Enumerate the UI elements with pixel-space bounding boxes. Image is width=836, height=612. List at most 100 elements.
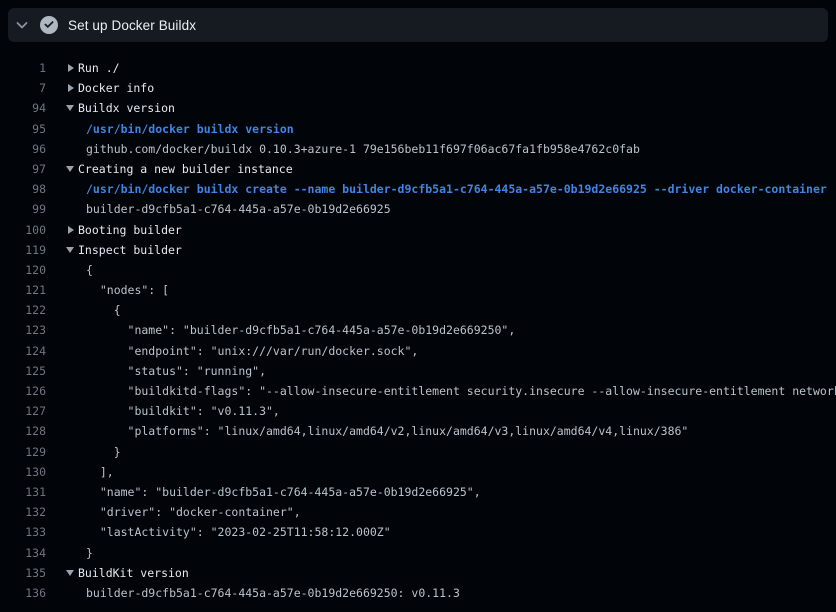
group-title[interactable]: Run ./ bbox=[78, 58, 120, 78]
triangle-down-icon[interactable] bbox=[46, 563, 78, 583]
line-number[interactable]: 1 bbox=[0, 58, 46, 78]
line-number[interactable]: 132 bbox=[0, 502, 46, 522]
log-line: 100 Booting builder bbox=[0, 220, 836, 240]
output-text: "lastActivity": "2023-02-25T11:58:12.000… bbox=[78, 522, 391, 542]
command-text: /usr/bin/docker buildx create --name bui… bbox=[78, 179, 827, 199]
caret-spacer bbox=[46, 421, 78, 441]
line-number[interactable]: 94 bbox=[0, 98, 46, 118]
step-title: Set up Docker Buildx bbox=[68, 18, 196, 33]
log-line: 94 Buildx version bbox=[0, 98, 836, 118]
line-number[interactable]: 7 bbox=[0, 78, 46, 98]
line-number[interactable]: 129 bbox=[0, 442, 46, 462]
line-number[interactable]: 98 bbox=[0, 179, 46, 199]
log-line: 97 Creating a new builder instance bbox=[0, 159, 836, 179]
line-number[interactable]: 127 bbox=[0, 401, 46, 421]
output-text: "name": "builder-d9cfb5a1-c764-445a-a57e… bbox=[78, 320, 515, 340]
line-number[interactable]: 97 bbox=[0, 159, 46, 179]
line-number[interactable]: 122 bbox=[0, 300, 46, 320]
log-lines: 1Run ./7Docker info94Buildx version95/us… bbox=[0, 58, 836, 603]
log-line: 132 "driver": "docker-container", bbox=[0, 502, 836, 522]
log-line: 127 "buildkit": "v0.11.3", bbox=[0, 401, 836, 421]
line-number[interactable]: 126 bbox=[0, 381, 46, 401]
line-number[interactable]: 120 bbox=[0, 260, 46, 280]
output-text: "buildkit": "v0.11.3", bbox=[78, 401, 280, 421]
output-text: builder-d9cfb5a1-c764-445a-a57e-0b19d2e6… bbox=[78, 583, 460, 603]
log-line: 133 "lastActivity": "2023-02-25T11:58:12… bbox=[0, 522, 836, 542]
log-line: 124 "endpoint": "unix:///var/run/docker.… bbox=[0, 341, 836, 361]
check-circle-icon bbox=[40, 16, 58, 34]
log-line: 128 "platforms": "linux/amd64,linux/amd6… bbox=[0, 421, 836, 441]
caret-spacer bbox=[46, 119, 78, 139]
triangle-down-icon[interactable] bbox=[46, 240, 78, 260]
output-text: "buildkitd-flags": "--allow-insecure-ent… bbox=[78, 381, 836, 401]
log-line: 7 Docker info bbox=[0, 78, 836, 98]
caret-spacer bbox=[46, 543, 78, 563]
triangle-right-icon[interactable] bbox=[46, 220, 78, 240]
line-number[interactable]: 130 bbox=[0, 462, 46, 482]
group-title[interactable]: BuildKit version bbox=[78, 563, 189, 583]
line-number[interactable]: 135 bbox=[0, 563, 46, 583]
triangle-right-icon[interactable] bbox=[46, 78, 78, 98]
output-text: { bbox=[78, 300, 121, 320]
log-line: 122 { bbox=[0, 300, 836, 320]
triangle-down-icon[interactable] bbox=[46, 159, 78, 179]
caret-spacer bbox=[46, 341, 78, 361]
log-line: 98/usr/bin/docker buildx create --name b… bbox=[0, 179, 836, 199]
caret-spacer bbox=[46, 139, 78, 159]
caret-spacer bbox=[46, 179, 78, 199]
caret-spacer bbox=[46, 381, 78, 401]
line-number[interactable]: 133 bbox=[0, 522, 46, 542]
output-text: github.com/docker/buildx 0.10.3+azure-1 … bbox=[78, 139, 640, 159]
group-title[interactable]: Buildx version bbox=[78, 98, 175, 118]
triangle-right-icon[interactable] bbox=[46, 58, 78, 78]
log-line: 131 "name": "builder-d9cfb5a1-c764-445a-… bbox=[0, 482, 836, 502]
caret-spacer bbox=[46, 320, 78, 340]
log-line: 129 } bbox=[0, 442, 836, 462]
line-number[interactable]: 136 bbox=[0, 583, 46, 603]
output-text: "name": "builder-d9cfb5a1-c764-445a-a57e… bbox=[78, 482, 481, 502]
output-text: "platforms": "linux/amd64,linux/amd64/v2… bbox=[78, 421, 688, 441]
line-number[interactable]: 124 bbox=[0, 341, 46, 361]
caret-spacer bbox=[46, 361, 78, 381]
group-title[interactable]: Booting builder bbox=[78, 220, 182, 240]
output-text: } bbox=[78, 442, 121, 462]
group-title[interactable]: Docker info bbox=[78, 78, 154, 98]
group-title[interactable]: Inspect builder bbox=[78, 240, 182, 260]
output-text: "endpoint": "unix:///var/run/docker.sock… bbox=[78, 341, 418, 361]
log-line: 136 builder-d9cfb5a1-c764-445a-a57e-0b19d… bbox=[0, 583, 836, 603]
line-number[interactable]: 128 bbox=[0, 421, 46, 441]
line-number[interactable]: 134 bbox=[0, 543, 46, 563]
output-text: { bbox=[78, 260, 93, 280]
line-number[interactable]: 125 bbox=[0, 361, 46, 381]
log-line: 120 { bbox=[0, 260, 836, 280]
actions-log-viewer: Set up Docker Buildx 1 Run ./ 7 Docker info… bbox=[0, 8, 836, 603]
line-number[interactable]: 119 bbox=[0, 240, 46, 260]
output-text: "status": "running", bbox=[78, 361, 266, 381]
output-text: "driver": "docker-container", bbox=[78, 502, 301, 522]
caret-spacer bbox=[46, 199, 78, 219]
output-text: ], bbox=[78, 462, 114, 482]
log-line: 125 "status": "running", bbox=[0, 361, 836, 381]
log-line: 130 ], bbox=[0, 462, 836, 482]
step-header[interactable]: Set up Docker Buildx bbox=[8, 8, 828, 42]
line-number[interactable]: 96 bbox=[0, 139, 46, 159]
chevron-down-icon[interactable] bbox=[14, 17, 30, 33]
group-title[interactable]: Creating a new builder instance bbox=[78, 159, 293, 179]
triangle-down-icon[interactable] bbox=[46, 98, 78, 118]
caret-spacer bbox=[46, 482, 78, 502]
line-number[interactable]: 123 bbox=[0, 320, 46, 340]
output-text: } bbox=[78, 543, 93, 563]
log-line: 1 Run ./ bbox=[0, 58, 836, 78]
line-number[interactable]: 131 bbox=[0, 482, 46, 502]
caret-spacer bbox=[46, 401, 78, 421]
line-number[interactable]: 100 bbox=[0, 220, 46, 240]
caret-spacer bbox=[46, 280, 78, 300]
log-line: 119 Inspect builder bbox=[0, 240, 836, 260]
line-number[interactable]: 99 bbox=[0, 199, 46, 219]
line-number[interactable]: 95 bbox=[0, 119, 46, 139]
log-line: 135 BuildKit version bbox=[0, 563, 836, 583]
log-line: 126 "buildkitd-flags": "--allow-insecure… bbox=[0, 381, 836, 401]
line-number[interactable]: 121 bbox=[0, 280, 46, 300]
log-line: 95/usr/bin/docker buildx version bbox=[0, 119, 836, 139]
caret-spacer bbox=[46, 442, 78, 462]
